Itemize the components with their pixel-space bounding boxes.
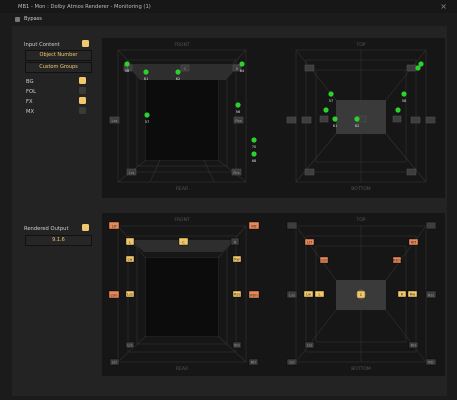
output-top-spk-rw: Rw [410,293,415,297]
output-spk-rss: Rss [234,293,240,297]
output-front-title: FRONT [174,217,190,223]
object-label: 61 [333,124,338,128]
input-spk-r: R [236,66,239,71]
object-label: 58 [402,99,407,103]
input-bottom-title: BOTTOM [351,186,371,192]
output-top-spk-lrs: Lrs [307,344,312,348]
object-label: 58 [125,69,130,73]
input-spk-rrs: Rrs [233,170,239,175]
output-top-spk-rtr: Rtr [428,361,434,365]
input-spk-rss: Rss [235,118,242,123]
object-label: 61 [144,77,149,81]
output-front-view: FRONT REAR Ltf Rtf L C Lw Rw Ltm Lss Rss… [108,217,260,372]
output-spk-rtr: Rtr [251,361,257,365]
object-label: 62 [176,77,181,81]
output-top-spk-ltr: Ltr [290,361,295,365]
output-rear-title: REAR [176,366,188,372]
output-top-spk-ltf: Ltf [307,241,312,245]
output-spk-rrs: Rrs [234,344,240,348]
output-spk-ltr: Ltr [112,361,117,365]
output-top-title: TOP [355,217,365,223]
output-spk-lss: Lss [127,293,133,297]
output-top-spk-rtm: Rtm [393,259,401,263]
object-label: 57 [329,99,334,103]
output-spk-ltf: Ltf [112,225,117,229]
output-top-spk-rtf: Rtf [411,241,417,245]
object-label: 56 [236,110,241,114]
output-top-spk-rss: Rss [428,294,434,298]
output-spk-ltm: Ltm [111,294,118,298]
output-spk-rtm: Rtm [250,294,258,298]
object-label: 57 [145,120,150,124]
object-label: 64 [240,69,245,73]
output-top-spk-l: L [318,293,320,297]
output-spk-rtf: Rtf [251,225,257,229]
output-spk-lrs: Lrs [127,344,132,348]
object-label: 62 [355,124,360,128]
object-label: 68 [252,159,257,163]
output-spk-l: L [129,241,131,245]
output-top-spk-lw: Lw [306,293,311,297]
input-top-view: TOP BOTTOM 57 58 61 62 [286,42,436,192]
output-top-spk-lss: Lss [289,294,295,298]
output-top-spk-ltm: Ltm [321,259,328,263]
speaker-views: FRONT REAR L C R Lss Rss Lrs Rrs 58 61 6… [108,42,437,372]
output-spk-rw: Rw [234,258,239,262]
output-top-spk-rrs: Rrs [411,344,417,348]
input-rear-title: REAR [176,186,188,192]
input-front-view: FRONT REAR L C R Lss Rss Lrs Rrs 58 61 6… [109,42,257,192]
output-bottom-title: BOTTOM [351,366,371,372]
input-front-title: FRONT [174,42,190,48]
input-spk-lrs: Lrs [129,170,135,175]
object-label: 70 [252,145,257,149]
output-top-view: TOP BOTTOM Ltf Rtf Ltm Rtm Lw L C R Rw L… [286,217,437,372]
output-spk-lw: Lw [128,258,133,262]
input-spk-lss: Lss [111,118,117,123]
input-spk-c: C [184,66,187,71]
input-top-title: TOP [355,42,365,48]
